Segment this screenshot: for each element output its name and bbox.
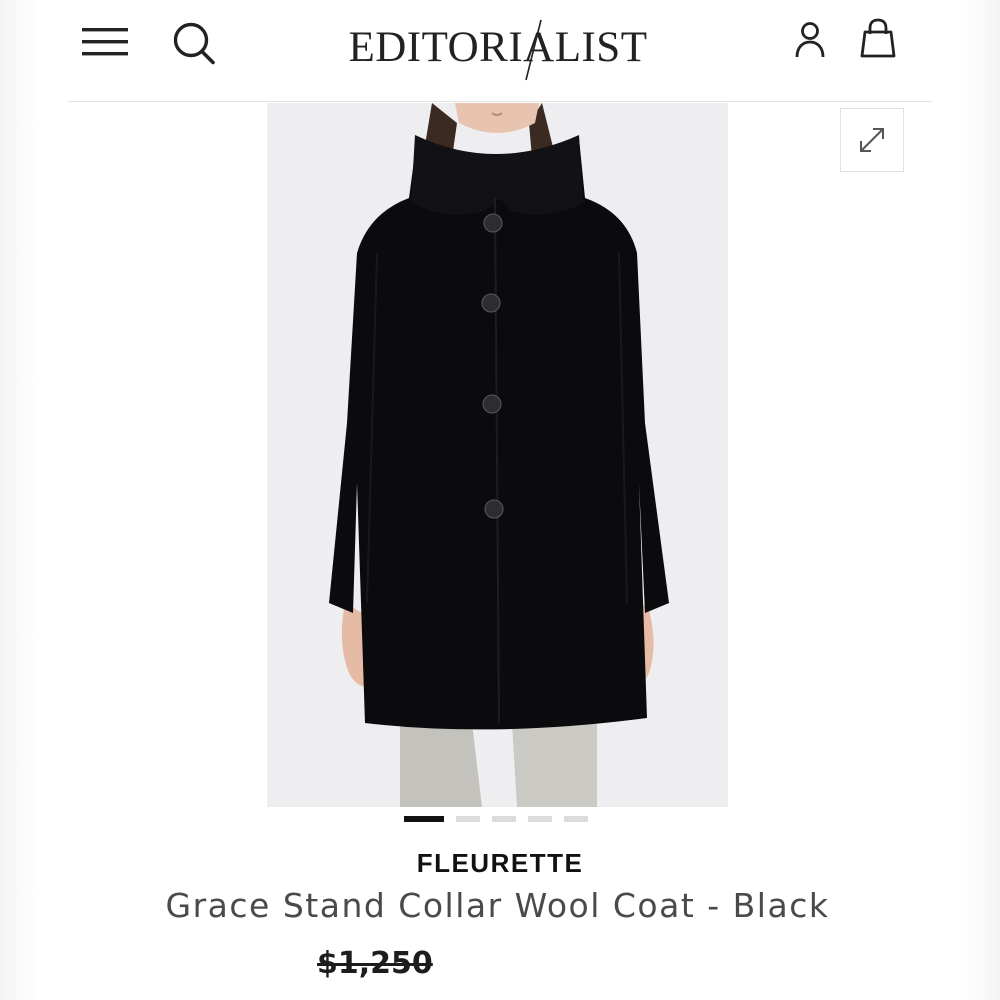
site-header: EDITORIALIST <box>68 0 932 102</box>
logo-slash-mark <box>525 19 542 81</box>
account-button[interactable] <box>792 20 832 60</box>
carousel-dot-4[interactable] <box>528 816 552 822</box>
carousel-dot-1[interactable] <box>404 816 444 822</box>
search-icon <box>173 22 215 65</box>
carousel-dot-2[interactable] <box>456 816 480 822</box>
carousel-dot-5[interactable] <box>564 816 588 822</box>
hamburger-menu-icon <box>82 28 128 56</box>
coat-photo <box>329 103 669 807</box>
expand-arrows-icon <box>860 128 884 152</box>
expand-image-button[interactable] <box>840 108 904 172</box>
shopping-bag-icon <box>860 18 896 58</box>
product-title: Grace Stand Collar Wool Coat - Black <box>165 886 830 925</box>
menu-button[interactable] <box>82 24 128 60</box>
original-price: $1,250 <box>317 946 433 981</box>
carousel-dot-3[interactable] <box>492 816 516 822</box>
user-account-icon <box>795 22 825 58</box>
product-brand[interactable]: FLEURETTE <box>0 848 1000 879</box>
search-button[interactable] <box>172 19 216 65</box>
site-logo[interactable]: EDITORIALIST <box>328 14 668 81</box>
bag-button[interactable] <box>858 18 898 60</box>
carousel-indicators <box>404 815 588 823</box>
product-image[interactable] <box>267 103 728 807</box>
logo-text: EDITORIALIST <box>348 23 648 71</box>
